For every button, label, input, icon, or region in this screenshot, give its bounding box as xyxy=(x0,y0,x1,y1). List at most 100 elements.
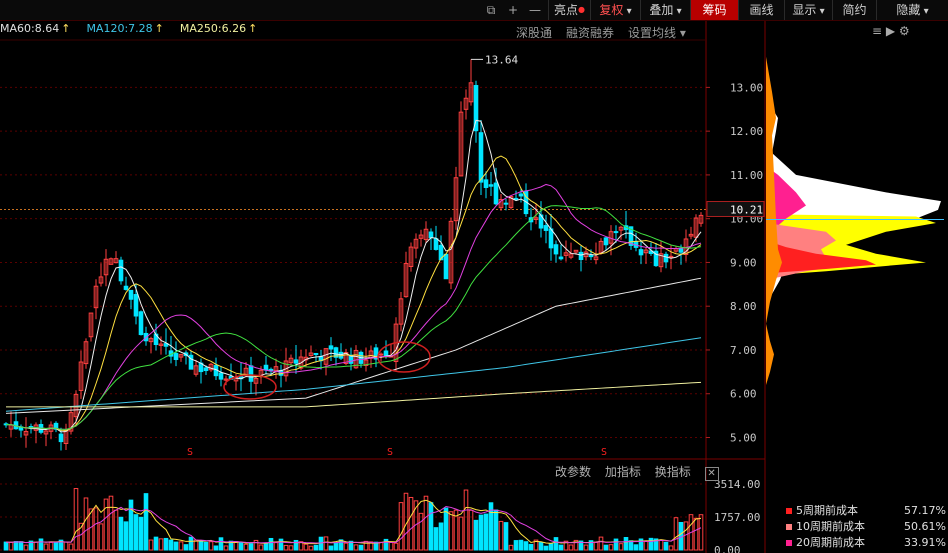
volume-bar xyxy=(553,537,559,551)
volume-bar xyxy=(183,544,189,551)
volume-bar xyxy=(473,519,479,551)
volume-bar xyxy=(13,541,19,551)
toolbar-button-2[interactable]: 叠加 ▾ xyxy=(640,0,690,20)
volume-bar xyxy=(188,536,194,551)
volume-bar xyxy=(468,509,474,551)
volume-bar xyxy=(243,543,249,551)
volume-bar xyxy=(598,536,604,551)
volume-bar xyxy=(608,544,614,551)
price-tick-label: 12.00 xyxy=(730,125,763,138)
volume-bar xyxy=(398,502,404,551)
candle-body xyxy=(58,433,64,443)
legend-label: 20周期前成本 xyxy=(796,536,865,549)
volume-bar xyxy=(303,543,309,551)
high-price-label: 13.64 xyxy=(485,53,518,66)
candle-body xyxy=(248,365,254,382)
volume-bar xyxy=(318,536,324,551)
volume-bar xyxy=(178,541,184,551)
minus-icon[interactable]: — xyxy=(526,2,544,18)
candle-body xyxy=(548,228,554,249)
ma20-line xyxy=(5,183,702,430)
volume-bar xyxy=(548,543,554,551)
volume-bar xyxy=(518,539,524,551)
volume-bar xyxy=(128,499,134,551)
volume-bar xyxy=(558,544,564,551)
volume-bar xyxy=(93,507,99,551)
volume-bar xyxy=(583,544,589,551)
toolbar-button-5[interactable]: 显示 ▾ xyxy=(784,0,832,20)
volume-bar xyxy=(103,498,109,551)
volume-bar xyxy=(668,545,674,551)
candle-body xyxy=(218,372,224,380)
change-indicator-link[interactable]: 换指标 xyxy=(655,465,691,479)
volume-bar xyxy=(123,521,129,551)
chart-link-0[interactable]: 深股通 xyxy=(516,26,552,40)
candle-body xyxy=(558,256,564,260)
volume-bar xyxy=(693,517,699,551)
chart-links-row: 深股通 融资融券 设置均线 ▾ xyxy=(502,24,686,41)
volume-bar xyxy=(353,544,359,551)
candle-body xyxy=(513,197,519,200)
candle-body xyxy=(543,225,549,231)
candle-body xyxy=(263,364,269,371)
toolbar-button-1[interactable]: 复权 ▾ xyxy=(590,0,640,20)
volume-bar xyxy=(158,538,164,551)
close-icon[interactable]: ✕ xyxy=(704,467,719,481)
toolbar-button-0[interactable]: 亮点● xyxy=(548,0,590,20)
plus-icon[interactable]: + xyxy=(504,2,522,18)
top-toolbar: ⧉ + — 亮点● 复权 ▾ 叠加 ▾ 筹码 画线 显示 ▾ 简约 隐藏 ▾ xyxy=(0,0,948,21)
volume-bar xyxy=(238,542,244,551)
chart-link-1[interactable]: 融资融券 xyxy=(566,26,614,40)
edit-params-link[interactable]: 改参数 xyxy=(555,465,591,479)
highlight-dot-icon: ● xyxy=(578,5,585,14)
volume-bar xyxy=(538,542,544,551)
candle-body xyxy=(128,289,134,300)
add-indicator-link[interactable]: 加指标 xyxy=(605,465,641,479)
toolbar-button-label: 画线 xyxy=(749,3,774,17)
volume-bar xyxy=(438,522,444,551)
ma5-line xyxy=(5,119,702,433)
volume-bar xyxy=(478,514,484,551)
legend-value: 57.17% xyxy=(904,504,946,517)
volume-bar xyxy=(98,523,104,551)
candle-body xyxy=(428,231,434,239)
main-chart[interactable]: 13.0012.0011.0010.009.008.007.006.005.00… xyxy=(0,0,948,553)
up-arrow-icon: ↑ xyxy=(61,22,71,35)
volume-bar xyxy=(503,522,509,551)
volume-bar xyxy=(138,516,144,551)
volume-bar xyxy=(433,527,439,551)
toolbar-button-3[interactable]: 筹码 xyxy=(690,0,738,20)
volume-bar xyxy=(513,540,519,551)
volume-bar xyxy=(428,502,434,551)
toolbar-button-4[interactable]: 画线 xyxy=(738,0,784,20)
chart-link-2[interactable]: 设置均线 ▾ xyxy=(628,26,686,40)
volume-bar xyxy=(648,537,654,551)
price-tick-label: 6.00 xyxy=(730,388,757,401)
chip-panel-icons[interactable]: ≡ ▶ ⚙ xyxy=(872,24,910,38)
candle-body xyxy=(613,231,619,234)
volume-bar xyxy=(3,541,9,551)
volume-bar xyxy=(643,541,649,551)
toolbar-button-6[interactable]: 简约 xyxy=(832,0,876,20)
volume-bar xyxy=(358,544,364,551)
volume-bar xyxy=(133,514,139,551)
volume-bar xyxy=(343,542,349,551)
volume-bar xyxy=(418,512,424,551)
toolbar-button-7[interactable]: 隐藏 ▾ xyxy=(876,0,948,20)
volume-bar xyxy=(248,543,254,551)
toolbar-button-label: 隐藏 xyxy=(896,3,921,17)
price-tick-label: 9.00 xyxy=(730,256,757,269)
volume-bar xyxy=(148,539,154,551)
volume-bar xyxy=(508,544,514,551)
candle-body xyxy=(663,253,669,263)
chevron-down-icon: ▾ xyxy=(623,6,632,17)
toolbar-button-label: 简约 xyxy=(842,3,867,17)
volume-bar xyxy=(543,545,549,551)
volume-bar xyxy=(83,497,89,551)
volume-bar xyxy=(68,543,74,551)
volume-bar xyxy=(33,541,39,551)
volume-bar xyxy=(223,545,229,551)
window-icon[interactable]: ⧉ xyxy=(482,2,500,18)
s-marker: S xyxy=(187,447,193,458)
volume-tick-label: 0.00 xyxy=(714,544,741,553)
